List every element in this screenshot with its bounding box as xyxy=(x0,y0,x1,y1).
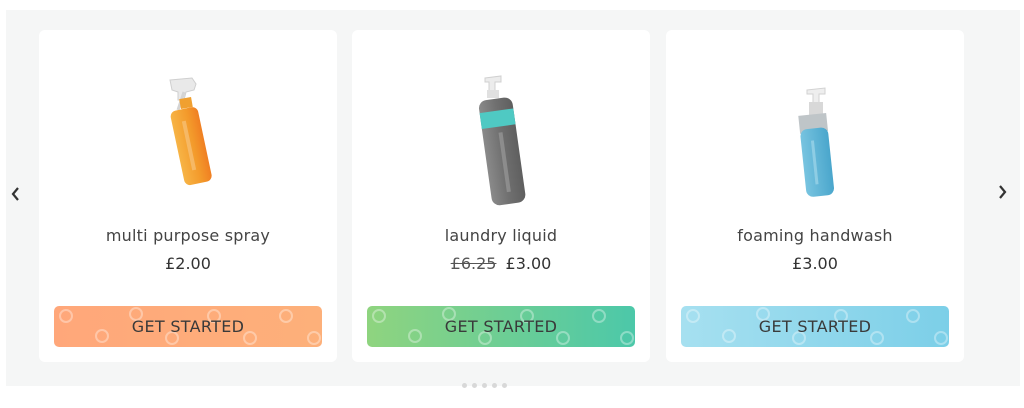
current-price: £2.00 xyxy=(165,254,211,273)
foam-dispenser-icon xyxy=(798,87,835,197)
get-started-button[interactable]: GET STARTED xyxy=(54,306,322,347)
product-price: £6.25 £3.00 xyxy=(352,254,650,273)
current-price: £3.00 xyxy=(505,254,552,273)
product-card-laundry-liquid: laundry liquid £6.25 £3.00 GET STARTED xyxy=(352,30,650,362)
current-price: £3.00 xyxy=(792,254,838,273)
carousel-pagination xyxy=(462,383,507,388)
product-image xyxy=(666,70,964,210)
product-carousel: multi purpose spray £2.00 GET STARTED la… xyxy=(6,10,1020,386)
original-price: £6.25 xyxy=(450,254,497,273)
chevron-left-icon xyxy=(11,187,19,201)
product-name: foaming handwash xyxy=(737,226,893,245)
spray-bottle-icon xyxy=(169,77,212,186)
get-started-button[interactable]: GET STARTED xyxy=(367,306,635,347)
product-price: £2.00 xyxy=(39,254,337,273)
product-name: laundry liquid xyxy=(444,226,558,245)
carousel-next-button[interactable] xyxy=(992,180,1012,204)
pagination-dot[interactable] xyxy=(472,383,477,388)
pagination-dot[interactable] xyxy=(482,383,487,388)
pump-bottle-icon xyxy=(478,75,526,206)
carousel-prev-button[interactable] xyxy=(6,182,26,206)
button-label: GET STARTED xyxy=(444,317,558,336)
pagination-dot[interactable] xyxy=(462,383,467,388)
button-label: GET STARTED xyxy=(758,317,872,336)
pagination-dot[interactable] xyxy=(502,383,507,388)
product-price: £3.00 xyxy=(666,254,964,273)
product-image xyxy=(352,70,650,210)
pagination-dot[interactable] xyxy=(492,383,497,388)
product-card-foaming-handwash: foaming handwash £3.00 GET STARTED xyxy=(666,30,964,362)
product-name: multi purpose spray xyxy=(105,226,271,245)
chevron-right-icon xyxy=(999,185,1007,199)
button-label: GET STARTED xyxy=(131,317,245,336)
product-image xyxy=(39,70,337,210)
product-card-multi-purpose-spray: multi purpose spray £2.00 GET STARTED xyxy=(39,30,337,362)
get-started-button[interactable]: GET STARTED xyxy=(681,306,949,347)
